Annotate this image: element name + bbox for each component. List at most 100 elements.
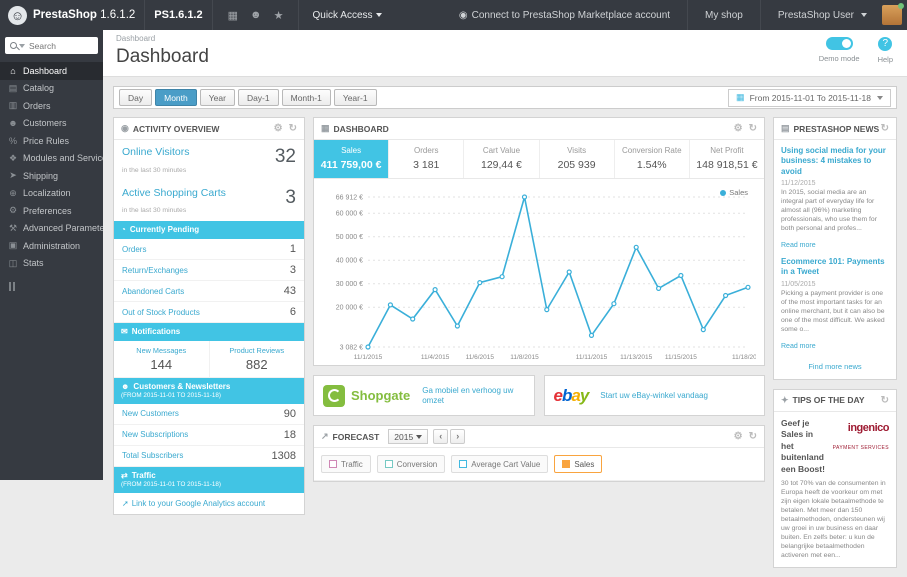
news-item-title[interactable]: Ecommerce 101: Payments in a Tweet: [781, 257, 889, 278]
calendar-icon: ▦: [736, 92, 745, 102]
pending-orders-link[interactable]: Orders: [122, 245, 146, 254]
sidebar-item-advanced-parameters[interactable]: ⚒ Advanced Parameters: [0, 220, 103, 238]
kpi-net-profit[interactable]: Net Profit 148 918,51 €: [690, 140, 764, 178]
new-messages-cell[interactable]: New Messages 144: [114, 341, 209, 377]
online-visitors-value: 32: [274, 146, 296, 167]
ebay-ad-link[interactable]: Start uw eBay-winkel vandaag: [600, 391, 708, 401]
next-year-button[interactable]: ›: [450, 429, 466, 444]
sidebar-item-dashboard[interactable]: ⌂ Dashboard: [0, 62, 103, 80]
toggle-conversion[interactable]: Conversion: [376, 455, 446, 473]
cart-icon[interactable]: ▦: [228, 9, 238, 22]
kpi-value: 148 918,51 €: [696, 159, 758, 171]
news-item-title[interactable]: Using social media for your business: 4 …: [781, 146, 889, 177]
shopgate-ad: Shopgate Ga mobiel en verhoog uw omzet: [313, 375, 535, 416]
out-of-stock-link[interactable]: Out of Stock Products: [122, 308, 200, 317]
sidebar-item-stats[interactable]: ◫ Stats: [0, 255, 103, 273]
filter-day-button[interactable]: Day: [119, 89, 153, 106]
sidebar-collapse-button[interactable]: [9, 282, 103, 291]
total-subscribers-link[interactable]: Total Subscribers: [122, 451, 183, 460]
google-analytics-link[interactable]: ➚ Link to your Google Analytics account: [114, 493, 304, 514]
kpi-visits[interactable]: Visits 205 939: [540, 140, 615, 178]
date-range-picker[interactable]: ▦ From 2015-11-01 To 2015-11-18: [728, 88, 891, 107]
find-more-news-link[interactable]: Find more news: [774, 358, 896, 379]
demo-mode-toggle[interactable]: [825, 37, 853, 50]
sidebar-item-shipping[interactable]: ➤ Shipping: [0, 167, 103, 185]
forecast-year-select[interactable]: 2015: [388, 429, 429, 444]
refresh-icon[interactable]: ↻: [881, 395, 889, 406]
toggle-average-cart-value[interactable]: Average Cart Value: [451, 455, 549, 473]
profile-icon[interactable]: ☻: [250, 9, 262, 21]
trophy-icon[interactable]: ★: [274, 9, 284, 22]
refresh-icon[interactable]: ↻: [289, 123, 297, 134]
help-label: Help: [877, 55, 893, 64]
sidebar-item-localization[interactable]: ⊕ Localization: [0, 185, 103, 203]
sidebar-item-modules[interactable]: ❖ Modules and Services: [0, 150, 103, 168]
product-reviews-link[interactable]: Product Reviews: [212, 346, 303, 355]
svg-text:3 082 €: 3 082 €: [340, 345, 363, 352]
kpi-sales[interactable]: Sales 411 759,00 €: [314, 140, 390, 178]
returns-row: Return/Exchanges 3: [114, 260, 304, 282]
sidebar-item-price-rules[interactable]: % Price Rules: [0, 132, 103, 150]
customers-icon: ☻: [8, 118, 18, 129]
filter-year-button[interactable]: Year: [199, 89, 235, 106]
chevron-down-icon[interactable]: [19, 43, 25, 48]
abandoned-carts-link[interactable]: Abandoned Carts: [122, 287, 184, 296]
shopgate-ad-link[interactable]: Ga mobiel en verhoog uw omzet: [422, 386, 524, 406]
gear-icon[interactable]: ⚙: [274, 123, 283, 134]
activity-panel-title: ACTIVITY OVERVIEW: [132, 123, 220, 134]
link-icon: ➚: [122, 498, 129, 508]
prev-year-button[interactable]: ‹: [433, 429, 449, 444]
sidebar-item-preferences[interactable]: ⚙ Preferences: [0, 202, 103, 220]
header-tools: Demo mode ? Help: [819, 37, 893, 64]
filter-year-1-button[interactable]: Year-1: [333, 89, 377, 106]
kpi-orders[interactable]: Orders 3 181: [389, 140, 465, 178]
sidebar-search[interactable]: [5, 37, 98, 54]
section-title: Notifications: [131, 327, 181, 337]
gear-icon[interactable]: ⚙: [734, 123, 743, 134]
dashboard-icon: ⌂: [10, 65, 16, 76]
search-input[interactable]: [29, 40, 81, 51]
news-item-date: 11/12/2015: [781, 180, 816, 188]
refresh-icon[interactable]: ↻: [881, 123, 889, 134]
sidebar-item-customers[interactable]: ☻ Customers: [0, 115, 103, 133]
tips-body: ingenico payment services Geef je Sales …: [774, 412, 896, 567]
help-button[interactable]: ?: [878, 37, 893, 51]
quick-access-menu[interactable]: Quick Access: [312, 10, 382, 21]
ebay-letter: y: [579, 385, 590, 405]
toggle-traffic[interactable]: Traffic: [321, 455, 371, 473]
filter-day-1-button[interactable]: Day-1: [237, 89, 279, 106]
sidebar-item-administration[interactable]: ▣ Administration: [0, 237, 103, 255]
divider: [211, 0, 213, 30]
section-title: Traffic: [131, 470, 156, 480]
read-more-link[interactable]: Read more: [781, 242, 816, 249]
tips-panel-title: TIPS OF THE DAY: [792, 395, 865, 406]
svg-text:11/18/2015: 11/18/2015: [732, 354, 756, 361]
refresh-icon[interactable]: ↻: [749, 123, 757, 134]
read-more-link[interactable]: Read more: [781, 343, 816, 350]
product-reviews-cell[interactable]: Product Reviews 882: [208, 341, 305, 378]
new-subscriptions-link[interactable]: New Subscriptions: [122, 430, 188, 439]
kpi-label: Net Profit: [710, 146, 744, 155]
gear-icon[interactable]: ⚙: [734, 431, 743, 442]
filter-month-button[interactable]: Month: [155, 89, 197, 106]
avatar[interactable]: [882, 3, 904, 25]
chart-legend: Sales: [720, 188, 748, 197]
sidebar-item-orders[interactable]: ▥ Orders: [0, 97, 103, 115]
returns-link[interactable]: Return/Exchanges: [122, 266, 188, 275]
refresh-icon[interactable]: ↻: [749, 431, 757, 442]
shopgate-logo-icon: [323, 384, 345, 407]
shopgate-logo-text: Shopgate: [351, 388, 411, 403]
news-item-excerpt: Picking a payment provider is one of the…: [781, 289, 885, 333]
kpi-cart-value[interactable]: Cart Value 129,44 €: [464, 140, 540, 178]
online-visitors-link[interactable]: Online Visitors: [122, 146, 190, 159]
sidebar-item-catalog[interactable]: ▤ Catalog: [0, 80, 103, 98]
my-shop-link[interactable]: My shop: [705, 10, 743, 21]
toggle-sales[interactable]: Sales: [554, 455, 603, 473]
marketplace-link[interactable]: ◉ Connect to PrestaShop Marketplace accou…: [459, 10, 670, 21]
filter-month-1-button[interactable]: Month-1: [281, 89, 331, 106]
user-menu[interactable]: PrestaShop User: [778, 10, 867, 21]
new-messages-link[interactable]: New Messages: [116, 346, 207, 355]
new-customers-link[interactable]: New Customers: [122, 409, 179, 418]
active-carts-link[interactable]: Active Shopping Carts: [122, 187, 226, 200]
kpi-conversion-rate[interactable]: Conversion Rate 1.54%: [615, 140, 690, 178]
